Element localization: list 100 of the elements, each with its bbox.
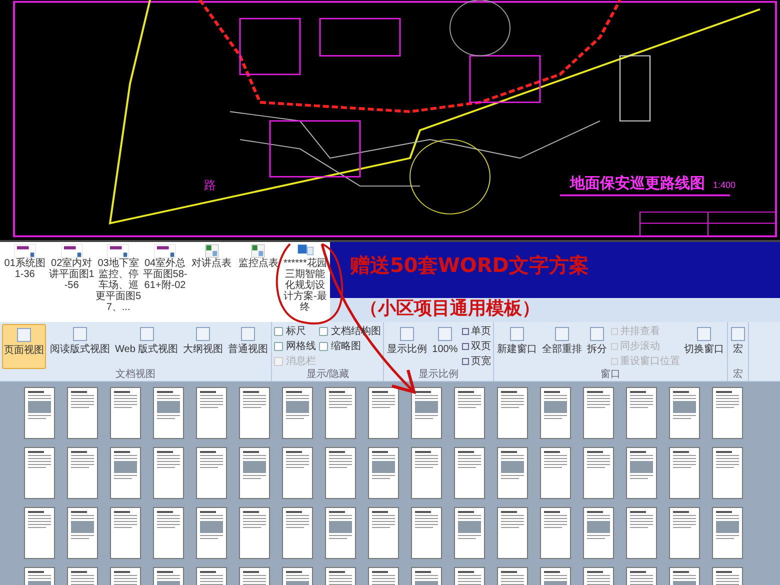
page-thumbnail[interactable] bbox=[669, 387, 700, 439]
page-thumbnail[interactable] bbox=[24, 387, 55, 439]
page-thumbnail[interactable] bbox=[239, 507, 270, 559]
ribbon-button[interactable]: 新建窗口 bbox=[496, 324, 538, 369]
page-thumbnail[interactable] bbox=[239, 447, 270, 499]
ribbon-button[interactable]: 页面视图 bbox=[2, 324, 46, 369]
page-thumbnail[interactable] bbox=[454, 447, 485, 499]
ribbon-button[interactable]: 切换窗口 bbox=[682, 324, 725, 369]
ribbon-small-button[interactable]: 单页 bbox=[462, 324, 491, 339]
file-item[interactable]: 03地下室监控、停车场、巡更平面图57、... bbox=[95, 244, 142, 313]
page-thumbnail[interactable] bbox=[626, 447, 657, 499]
ribbon-button[interactable]: Web 版式视图 bbox=[114, 324, 180, 369]
page-thumbnail[interactable] bbox=[24, 447, 55, 499]
page-thumbnail[interactable] bbox=[110, 387, 141, 439]
page-thumbnail[interactable] bbox=[110, 507, 141, 559]
page-thumbnail[interactable] bbox=[411, 447, 442, 499]
page-thumbnail[interactable] bbox=[282, 387, 313, 439]
page-thumbnail[interactable] bbox=[282, 507, 313, 559]
page-thumbnail[interactable] bbox=[282, 447, 313, 499]
ribbon-button[interactable]: 100% bbox=[431, 324, 459, 369]
ribbon-button[interactable]: 大纲视图 bbox=[182, 324, 224, 369]
file-item[interactable]: 04室外总平面图58-61+附-02 bbox=[142, 244, 188, 291]
ribbon-small-button[interactable]: 双页 bbox=[462, 339, 491, 354]
page-thumbnail[interactable] bbox=[67, 447, 98, 499]
ribbon-button[interactable]: 全部重排 bbox=[540, 324, 583, 369]
view-icon bbox=[17, 328, 31, 342]
page-thumbnail[interactable] bbox=[67, 387, 98, 439]
page-thumbnail[interactable] bbox=[669, 447, 700, 499]
page-thumbnail[interactable] bbox=[540, 507, 571, 559]
group-label: 窗口 bbox=[599, 369, 622, 381]
group-label: 宏 bbox=[732, 369, 744, 381]
checkbox-label: 缩略图 bbox=[331, 340, 362, 352]
view-icon bbox=[73, 327, 87, 341]
file-item[interactable]: 监控点表 bbox=[236, 244, 282, 269]
group-label: 显示比例 bbox=[417, 369, 460, 381]
page-thumbnail[interactable] bbox=[411, 507, 442, 559]
file-item[interactable]: 02室内对讲平面图1-56 bbox=[48, 244, 94, 291]
page-thumbnail[interactable] bbox=[669, 507, 700, 559]
window-icon bbox=[462, 328, 469, 335]
page-thumbnail[interactable] bbox=[540, 447, 571, 499]
window-icon bbox=[610, 328, 618, 335]
page-thumbnail[interactable] bbox=[540, 387, 571, 439]
page-thumbnail[interactable] bbox=[325, 447, 356, 499]
page-thumbnail[interactable] bbox=[24, 507, 55, 559]
page-thumbnail[interactable] bbox=[454, 387, 485, 439]
page-thumbnail[interactable] bbox=[454, 507, 485, 559]
file-item[interactable]: 01系统图1-36 bbox=[2, 244, 48, 280]
document-file-icon bbox=[296, 244, 314, 258]
banner-subtitle: （小区项目通用模板） bbox=[360, 297, 540, 321]
page-thumbnail[interactable] bbox=[712, 387, 743, 439]
page-thumbnail[interactable] bbox=[583, 387, 614, 439]
ribbon-button[interactable]: 普通视图 bbox=[227, 324, 270, 369]
view-icon bbox=[696, 327, 711, 341]
page-thumbnail[interactable] bbox=[368, 447, 399, 499]
window-icon bbox=[610, 358, 618, 365]
file-item[interactable]: ******花园三期智能化规划设计方案-最终 bbox=[282, 244, 328, 313]
page-thumbnail[interactable] bbox=[411, 387, 442, 439]
page-thumbnail[interactable] bbox=[153, 447, 184, 499]
view-icon bbox=[510, 327, 524, 341]
file-item[interactable]: 对讲点表 bbox=[188, 244, 235, 269]
page-thumbnail[interactable] bbox=[712, 447, 743, 499]
group-label: 文档视图 bbox=[114, 369, 157, 381]
page-thumbnail[interactable] bbox=[497, 447, 528, 499]
page-thumbnail[interactable] bbox=[325, 387, 356, 439]
page-thumbnail[interactable] bbox=[497, 387, 528, 439]
checkbox[interactable] bbox=[319, 327, 328, 336]
page-thumbnail[interactable] bbox=[626, 507, 657, 559]
ribbon-button[interactable]: 显示比例 bbox=[386, 324, 428, 369]
page-thumbnail[interactable] bbox=[497, 507, 528, 559]
page-thumbnail[interactable] bbox=[196, 387, 227, 439]
checkbox-label: 标尺 bbox=[286, 326, 306, 338]
page-thumbnail[interactable] bbox=[153, 387, 184, 439]
page-thumbnail[interactable] bbox=[325, 507, 356, 559]
page-thumbnail[interactable] bbox=[368, 507, 399, 559]
view-icon bbox=[730, 327, 745, 341]
window-icon bbox=[462, 343, 469, 350]
page-thumbnail[interactable] bbox=[67, 507, 98, 559]
page-thumbnail[interactable] bbox=[626, 387, 657, 439]
ribbon-small-button[interactable]: 页宽 bbox=[462, 354, 491, 369]
checkbox[interactable] bbox=[274, 327, 284, 336]
checkbox[interactable] bbox=[274, 342, 284, 351]
ribbon-button[interactable]: 宏 bbox=[730, 324, 746, 369]
page-thumbnail[interactable] bbox=[196, 507, 227, 559]
ribbon-button[interactable]: 拆分 bbox=[586, 324, 608, 369]
checkbox-label: 消息栏 bbox=[286, 356, 316, 368]
checkbox[interactable] bbox=[319, 342, 328, 351]
page-thumbnail[interactable] bbox=[583, 447, 614, 499]
page-thumbnail[interactable] bbox=[153, 507, 184, 559]
page-thumbnail[interactable] bbox=[239, 387, 270, 439]
page-thumbnail[interactable] bbox=[583, 507, 614, 559]
page-thumbnail[interactable] bbox=[196, 447, 227, 499]
banner-headline: 赠送50套WORD文字方案 bbox=[350, 252, 589, 278]
page-thumbnail[interactable] bbox=[368, 387, 399, 439]
checkbox-label: 网格线 bbox=[286, 340, 316, 352]
view-icon bbox=[590, 327, 604, 341]
group-label: 显示/隐藏 bbox=[305, 369, 350, 381]
ribbon-button[interactable]: 阅读版式视图 bbox=[49, 324, 111, 369]
window-icon bbox=[462, 358, 469, 365]
page-thumbnail[interactable] bbox=[110, 447, 141, 499]
page-thumbnail[interactable] bbox=[712, 507, 743, 559]
